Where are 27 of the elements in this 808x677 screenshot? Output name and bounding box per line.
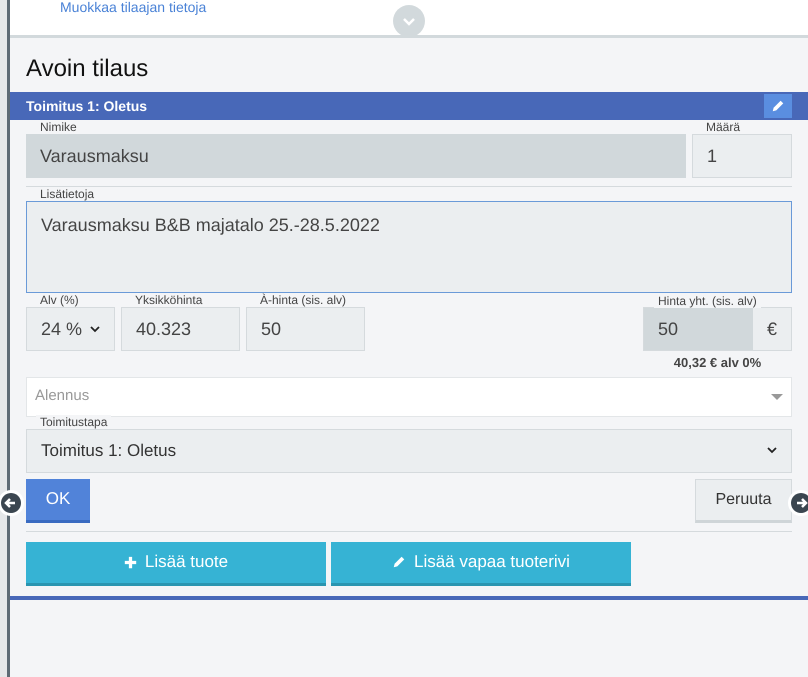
- edit-button[interactable]: [764, 94, 792, 118]
- cancel-button[interactable]: Peruuta: [695, 478, 792, 522]
- arrow-left-icon: [1, 493, 21, 513]
- chevron-down-icon: [402, 16, 416, 26]
- ok-button[interactable]: OK: [26, 478, 90, 522]
- plus-icon: [124, 556, 137, 568]
- delivery-title: Toimitus 1: Oletus: [26, 96, 148, 116]
- input-field[interactable]: 1: [692, 134, 792, 178]
- previous-button[interactable]: [0, 490, 24, 516]
- chevron-down-icon: [767, 447, 777, 454]
- page-title: Avoin tilaus: [26, 54, 150, 84]
- field-label: Hinta yht. (sis. alv): [654, 294, 761, 308]
- delivery-dropdown[interactable]: Toimitus 1: Oletus: [26, 428, 792, 472]
- field-label: Toimitustapa: [36, 414, 112, 428]
- collapse-toggle[interactable]: [393, 5, 425, 37]
- next-button[interactable]: [788, 490, 808, 516]
- pencil-icon: [771, 99, 785, 113]
- price-note: 40,32 € alv 0%: [674, 354, 762, 372]
- pencil-icon: [392, 555, 406, 569]
- input-field[interactable]: 50: [246, 307, 365, 351]
- caret-down-icon: [771, 394, 783, 400]
- arrow-right-icon: [791, 493, 808, 513]
- input-field[interactable]: 40.323: [121, 307, 240, 351]
- vat-dropdown[interactable]: 24 %: [26, 307, 115, 351]
- text-area[interactable]: Varausmaksu B&B majatalo 25.-28.5.2022: [26, 201, 792, 293]
- chevron-down-icon: [90, 326, 100, 332]
- edit-customer-link[interactable]: Muokkaa tilaajan tietoja: [60, 0, 206, 15]
